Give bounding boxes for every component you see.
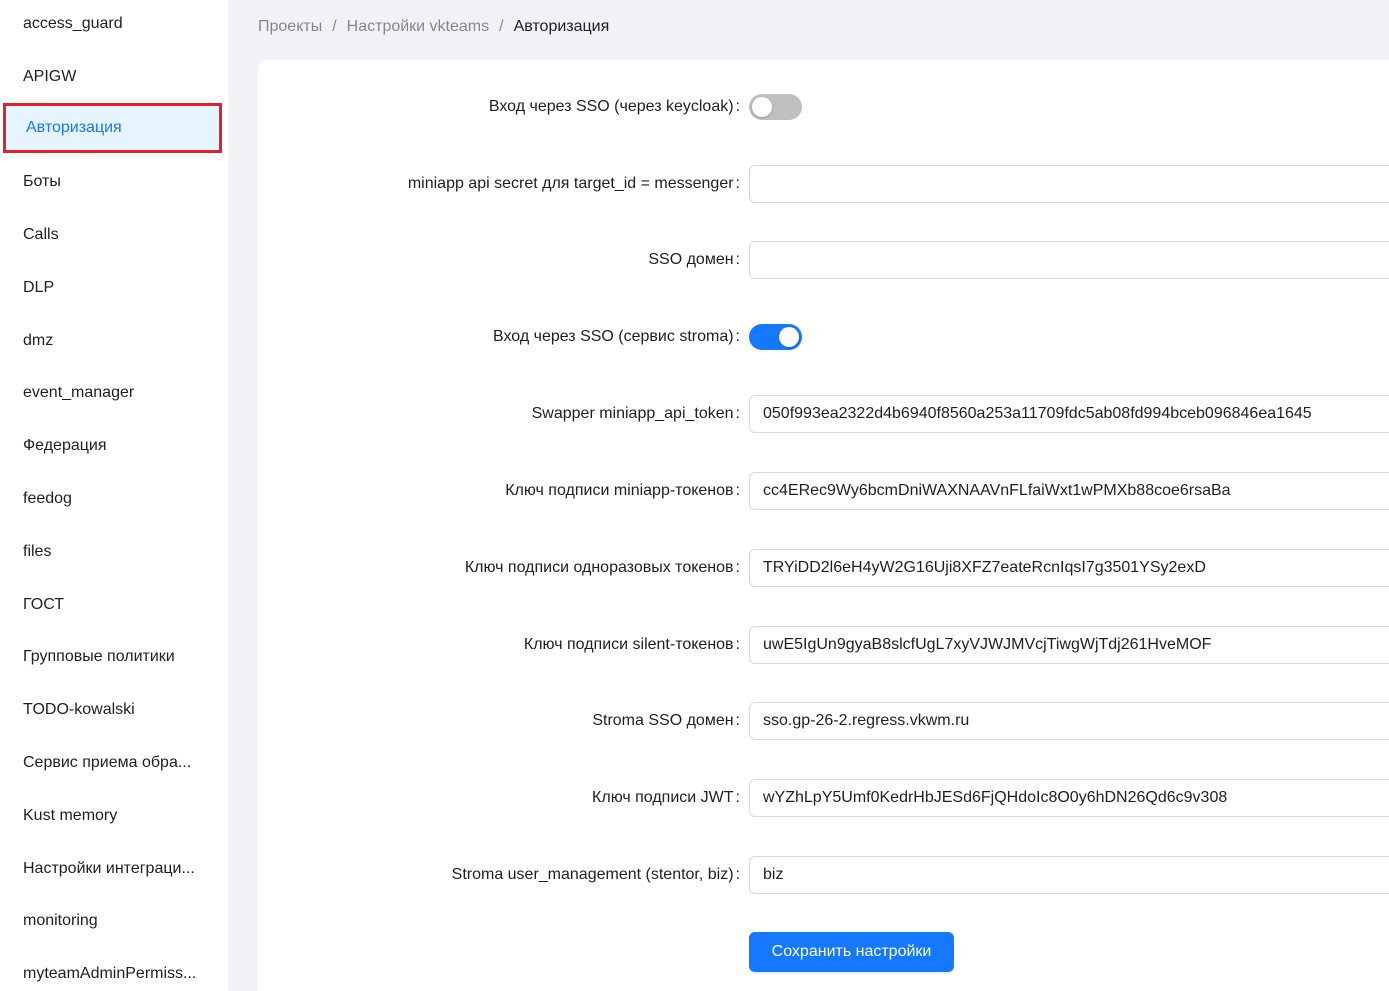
swapper-token-input[interactable]	[749, 395, 1389, 433]
miniapp-api-secret-input[interactable]	[749, 165, 1389, 203]
sidebar-item-myteam-admin-permissions[interactable]: myteamAdminPermiss...	[0, 951, 228, 991]
sidebar-item-intake-service[interactable]: Сервис приема обра...	[0, 740, 228, 786]
form-row-sso-stroma: Вход через SSO (сервис stroma):	[258, 317, 1389, 357]
breadcrumb: Проекты / Настройки vkteams / Авторизаци…	[258, 16, 609, 38]
silent-tokens-key-input[interactable]	[749, 626, 1389, 664]
form-row-onetime-tokens-key: Ключ подписи одноразовых токенов:	[258, 548, 1389, 588]
sidebar-item-calls[interactable]: Calls	[0, 212, 228, 258]
breadcrumb-projects-link[interactable]: Проекты	[258, 18, 322, 36]
sidebar-item-monitoring[interactable]: monitoring	[0, 898, 228, 944]
stroma-sso-domain-label: Stroma SSO домен:	[592, 712, 740, 729]
sidebar-item-dmz[interactable]: dmz	[0, 318, 228, 364]
user-management-input[interactable]	[749, 856, 1389, 894]
jwt-key-input[interactable]	[749, 779, 1389, 817]
sidebar-item-bots[interactable]: Боты	[0, 159, 228, 205]
sidebar-item-access-guard[interactable]: access_guard	[0, 1, 228, 47]
sidebar-item-group-policies[interactable]: Групповые политики	[0, 634, 228, 680]
miniapp-api-secret-label: miniapp api secret для target_id = messe…	[407, 175, 740, 192]
sidebar-item-kust-memory[interactable]: Kust memory	[0, 793, 228, 839]
settings-form-card: Вход через SSO (через keycloak): miniapp…	[258, 60, 1389, 991]
sidebar-item-event-manager[interactable]: event_manager	[0, 370, 228, 416]
sso-domain-input[interactable]	[749, 241, 1389, 279]
sso-stroma-switch[interactable]	[749, 324, 802, 350]
breadcrumb-separator: /	[332, 18, 337, 35]
form-row-silent-tokens-key: Ключ подписи silent-токенов:	[258, 625, 1389, 665]
save-settings-button[interactable]: Сохранить настройки	[749, 932, 954, 972]
sidebar-item-apigw[interactable]: APIGW	[0, 54, 228, 100]
form-row-jwt-key: Ключ подписи JWT:	[258, 778, 1389, 818]
stroma-sso-domain-input[interactable]	[749, 702, 1389, 740]
miniapp-tokens-key-label: Ключ подписи miniapp-токенов:	[505, 482, 740, 499]
sidebar-item-dlp[interactable]: DLP	[0, 265, 228, 311]
sidebar-item-gost[interactable]: ГОСТ	[0, 582, 228, 628]
sidebar-menu: access_guard APIGW Авторизация Боты Call…	[0, 0, 228, 991]
breadcrumb-separator: /	[499, 18, 504, 35]
switch-knob	[779, 327, 799, 347]
breadcrumb-vkteams-settings-link[interactable]: Настройки vkteams	[347, 18, 489, 36]
miniapp-tokens-key-input[interactable]	[749, 472, 1389, 510]
sidebar-item-integration-settings[interactable]: Настройки интеграци...	[0, 846, 228, 892]
sidebar-item-federation[interactable]: Федерация	[0, 423, 228, 469]
sso-domain-label: SSO домен:	[648, 251, 740, 268]
sso-stroma-label: Вход через SSO (сервис stroma):	[492, 328, 740, 345]
form-row-stroma-sso-domain: Stroma SSO домен:	[258, 701, 1389, 741]
switch-knob	[752, 97, 772, 117]
sidebar-item-authorization[interactable]: Авторизация	[3, 103, 222, 153]
form-row-user-management: Stroma user_management (stentor, biz):	[258, 855, 1389, 895]
form-row-sso-domain: SSO домен:	[258, 240, 1389, 280]
form-row-sso-keycloak: Вход через SSO (через keycloak):	[258, 87, 1389, 127]
onetime-tokens-key-input[interactable]	[749, 549, 1389, 587]
sso-keycloak-switch[interactable]	[749, 94, 802, 120]
sidebar-item-files[interactable]: files	[0, 529, 228, 575]
user-management-label: Stroma user_management (stentor, biz):	[451, 866, 740, 883]
jwt-key-label: Ключ подписи JWT:	[592, 789, 740, 806]
form-row-miniapp-tokens-key: Ключ подписи miniapp-токенов:	[258, 471, 1389, 511]
sso-keycloak-label: Вход через SSO (через keycloak):	[488, 98, 740, 115]
form-row-miniapp-api-secret: miniapp api secret для target_id = messe…	[258, 164, 1389, 204]
silent-tokens-key-label: Ключ подписи silent-токенов:	[523, 636, 740, 653]
swapper-token-label: Swapper miniapp_api_token:	[531, 405, 740, 422]
onetime-tokens-key-label: Ключ подписи одноразовых токенов:	[464, 559, 740, 576]
sidebar-item-todo-kowalski[interactable]: TODO-kowalski	[0, 687, 228, 733]
sidebar-item-feedog[interactable]: feedog	[0, 476, 228, 522]
form-row-swapper-token: Swapper miniapp_api_token:	[258, 394, 1389, 434]
breadcrumb-current-page: Авторизация	[513, 18, 610, 35]
